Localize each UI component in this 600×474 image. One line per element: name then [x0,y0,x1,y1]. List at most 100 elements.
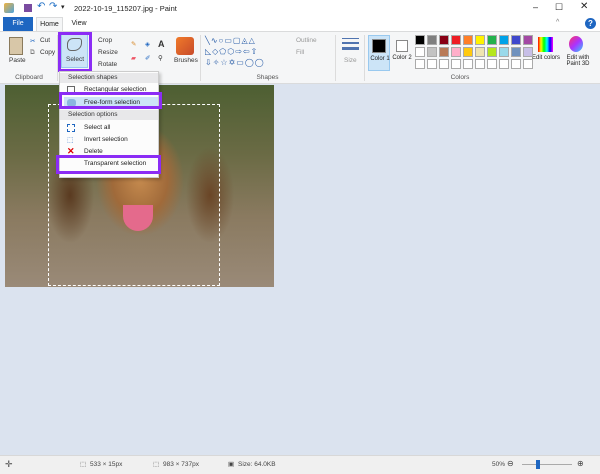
paint-app-icon [4,3,14,13]
copy-button[interactable]: Copy [40,49,55,56]
tab-file[interactable]: File [3,17,33,31]
selection-options-header: Selection options [60,110,158,120]
file-size-icon: ▣ [228,461,235,468]
palette-color-swatch[interactable] [439,35,449,45]
palette-color-swatch[interactable] [451,35,461,45]
color-picker-icon[interactable]: ✐ [145,54,150,62]
pencil-icon[interactable]: ✎ [131,40,136,48]
palette-color-swatch[interactable] [463,35,473,45]
undo-icon[interactable]: ↶ [37,1,45,12]
custom-color-slot[interactable] [415,59,425,69]
custom-color-slot[interactable] [463,59,473,69]
palette-color-swatch[interactable] [415,47,425,57]
selection-shapes-header: Selection shapes [60,73,158,83]
redo-icon[interactable]: ↷ [49,1,57,12]
color1-button[interactable]: Color 1 [368,35,390,71]
palette-color-swatch[interactable] [523,47,533,57]
magnifier-icon[interactable]: ⚲ [158,54,163,62]
palette-color-swatch[interactable] [463,47,473,57]
palette-color-swatch[interactable] [415,35,425,45]
select-all-icon [67,124,75,132]
zoom-slider[interactable] [522,464,572,465]
palette-color-swatch[interactable] [427,47,437,57]
tab-view[interactable]: View [66,17,92,31]
palette-color-swatch[interactable] [511,35,521,45]
freeform-highlight [59,92,162,109]
select-highlight [58,32,92,72]
eraser-icon[interactable]: ▰ [131,54,136,62]
minimize-button[interactable]: – [533,2,538,12]
menu-delete[interactable]: Delete [84,148,103,155]
rotate-button[interactable]: Rotate [98,61,117,68]
custom-color-slot[interactable] [475,59,485,69]
palette-color-swatch[interactable] [487,47,497,57]
save-icon[interactable] [24,4,32,12]
shapes-gallery[interactable]: ╲∿○▭▢◬△ ◺◇⬠⬡⇨⇦⇧ ⇩✧☆✡▭◯◯ [205,35,285,69]
image-size: 983 × 737px [163,461,199,468]
fill-icon[interactable]: ◈ [145,40,150,48]
edit-colors-icon [538,37,553,52]
paste-icon [9,37,23,55]
palette-color-swatch[interactable] [499,47,509,57]
collapse-ribbon-icon[interactable]: ^ [556,19,559,26]
custom-color-slot[interactable] [487,59,497,69]
clipboard-group-label: Clipboard [15,74,43,81]
custom-color-slot[interactable] [523,59,533,69]
file-size: Size: 64.0KB [238,461,276,468]
custom-color-slot[interactable] [427,59,437,69]
zoom-out-button[interactable]: ⊖ [507,459,514,468]
custom-color-slot[interactable] [451,59,461,69]
paste-button[interactable]: Paste [9,57,26,64]
crop-button[interactable]: Crop [98,37,112,44]
cursor-position-icon: ✛ [5,459,13,469]
palette-color-swatch[interactable] [487,35,497,45]
colors-group-label: Colors [450,74,470,81]
paint3d-icon [569,36,583,52]
transparent-highlight [56,155,161,174]
image-size-icon: ⬚ [153,461,160,468]
customize-qat-icon[interactable]: ▾ [61,3,65,11]
maximize-button[interactable]: ☐ [555,2,563,13]
palette-color-swatch[interactable] [427,35,437,45]
selection-size: 533 × 15px [90,461,123,468]
menu-select-all[interactable]: Select all [84,124,110,131]
size-button[interactable]: Size [344,57,357,64]
brushes-icon [176,37,194,55]
zoom-slider-thumb[interactable] [536,460,541,469]
status-bar: ✛ ⬚ 533 × 15px ⬚ 983 × 737px ▣ Size: 64.… [0,455,600,474]
outline-button[interactable]: Outline [296,37,317,44]
custom-color-slot[interactable] [439,59,449,69]
color1-swatch [372,39,386,53]
palette-color-swatch[interactable] [499,35,509,45]
ribbon-tabs: File Home View ^ ? [0,17,600,31]
fill-button[interactable]: Fill [296,49,304,56]
custom-color-slot[interactable] [499,59,509,69]
zoom-level: 50% [492,461,506,468]
color2-button[interactable]: Color 2 [392,35,412,71]
cut-button[interactable]: Cut [40,37,50,44]
palette-color-swatch[interactable] [511,47,521,57]
palette-color-swatch[interactable] [523,35,533,45]
palette-color-swatch[interactable] [451,47,461,57]
brushes-button[interactable]: Brushes [174,57,198,64]
zoom-in-button[interactable]: ⊕ [577,459,584,468]
palette-color-swatch[interactable] [475,47,485,57]
edit-colors-button[interactable]: Edit colors [532,55,560,61]
edit-with-paint3d-button[interactable]: Edit with Paint 3D [562,55,594,67]
selection-size-icon: ⬚ [80,461,87,468]
help-icon[interactable]: ? [585,18,596,29]
palette-color-swatch[interactable] [475,35,485,45]
text-icon[interactable]: A [158,39,165,49]
close-button[interactable]: ✕ [580,1,588,12]
resize-button[interactable]: Resize [98,49,118,56]
shapes-group-label: Shapes [256,74,279,81]
title-bar: ↶ ↷ ▾ 2022-10-19_115207.jpg - Paint – ☐ … [0,0,600,17]
color2-swatch [396,40,408,52]
custom-color-slot[interactable] [511,59,521,69]
menu-invert-selection[interactable]: Invert selection [84,136,128,143]
window-title: 2022-10-19_115207.jpg - Paint [74,4,177,13]
invert-icon: ⬚ [67,137,74,144]
palette-color-swatch[interactable] [439,47,449,57]
size-icon [342,38,359,50]
tab-home[interactable]: Home [36,17,63,31]
